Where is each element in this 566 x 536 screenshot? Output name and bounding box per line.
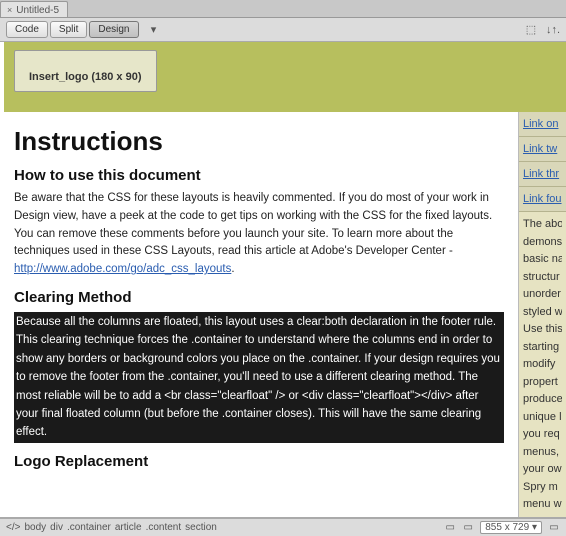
crumb-root[interactable]: </> bbox=[6, 522, 20, 533]
dropdown-arrow-icon: ▾ bbox=[532, 522, 537, 533]
sidebar-nav: Link on Link tw Link thr Link fou bbox=[519, 112, 566, 212]
select-tool-icon[interactable]: ▭ bbox=[444, 522, 456, 534]
title-field-icon[interactable]: ⬚ bbox=[524, 23, 538, 37]
code-view-button[interactable]: Code bbox=[6, 21, 48, 38]
status-bar: </> body div .container article .content… bbox=[0, 518, 566, 536]
sidebar-description: The abodemons basic nastructur unorderst… bbox=[519, 212, 566, 517]
sidebar-link[interactable]: Link on bbox=[519, 112, 566, 137]
section-heading-clearing: Clearing Method bbox=[14, 289, 504, 306]
sidebar-link[interactable]: Link thr bbox=[519, 162, 566, 187]
window-size-display[interactable]: 855 x 729 ▾ bbox=[480, 521, 542, 534]
selected-paragraph[interactable]: Because all the columns are floated, thi… bbox=[14, 312, 504, 443]
section-heading-logo: Logo Replacement bbox=[14, 453, 504, 470]
sidebar: Link on Link tw Link thr Link fou The ab… bbox=[518, 112, 566, 517]
document-tabbar: × Untitled-5 bbox=[0, 0, 566, 18]
tag-selector-breadcrumb[interactable]: </> body div .container article .content… bbox=[6, 522, 217, 533]
section-heading-howto: How to use this document bbox=[14, 167, 504, 184]
main-content[interactable]: Instructions How to use this document Be… bbox=[4, 112, 518, 517]
logo-placeholder[interactable]: Insert_logo (180 x 90) bbox=[14, 50, 157, 92]
hand-tool-icon[interactable]: ▭ bbox=[462, 522, 474, 534]
sidebar-link[interactable]: Link fou bbox=[519, 187, 566, 212]
document-tab[interactable]: × Untitled-5 bbox=[0, 1, 68, 17]
close-icon[interactable]: × bbox=[7, 5, 12, 15]
design-view-button[interactable]: Design bbox=[89, 21, 138, 38]
paragraph-intro: Be aware that the CSS for these layouts … bbox=[14, 190, 504, 279]
page-title-h1: Instructions bbox=[14, 126, 504, 157]
device-icon[interactable]: ▭ bbox=[548, 522, 560, 534]
page-header: Insert_logo (180 x 90) bbox=[4, 42, 566, 112]
split-view-button[interactable]: Split bbox=[50, 21, 87, 38]
design-stage: Insert_logo (180 x 90) Instructions How … bbox=[0, 42, 566, 518]
sidebar-link[interactable]: Link tw bbox=[519, 137, 566, 162]
sort-options-icon[interactable]: ↓↑. bbox=[546, 23, 560, 37]
tab-title: Untitled-5 bbox=[16, 5, 59, 16]
adobe-link[interactable]: http://www.adobe.com/go/adc_css_layouts bbox=[14, 263, 231, 275]
view-toolbar: Code Split Design ▾ ⬚ ↓↑. bbox=[0, 18, 566, 42]
dropdown-arrow-icon[interactable]: ▾ bbox=[147, 23, 161, 37]
